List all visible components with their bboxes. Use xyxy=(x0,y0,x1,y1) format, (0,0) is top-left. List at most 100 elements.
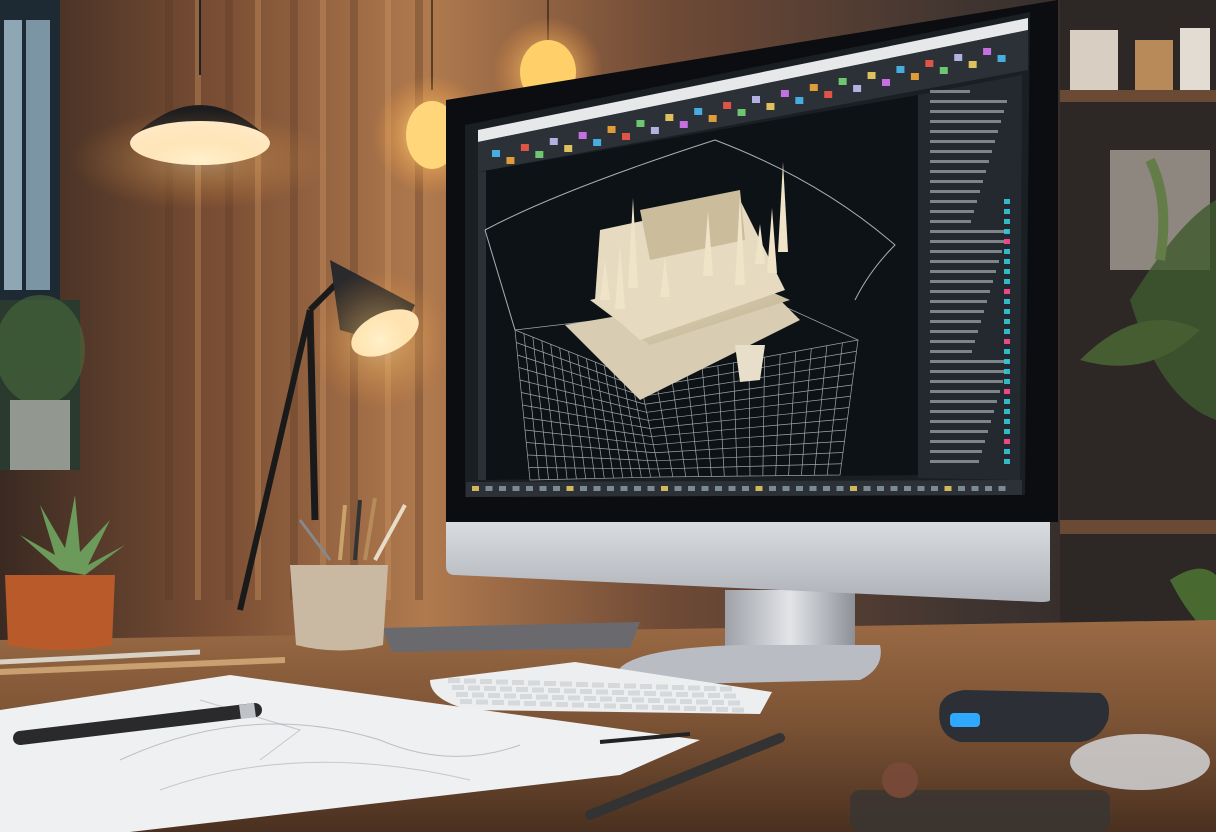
toolbar-tool-icon xyxy=(636,120,645,127)
keyboard-key xyxy=(728,700,740,706)
keyboard-key xyxy=(548,688,560,693)
keyboard-key xyxy=(528,680,540,686)
status-item xyxy=(742,486,749,491)
panel-row-line xyxy=(930,150,992,153)
keyboard-key xyxy=(712,700,724,705)
toolbar-tool-icon xyxy=(723,102,732,109)
panel-row-line xyxy=(930,220,971,223)
status-item xyxy=(850,486,857,491)
panel-row-swatch xyxy=(1004,349,1010,354)
toolbar-tool-icon xyxy=(593,139,602,146)
toolbar-tool-icon xyxy=(694,108,703,115)
status-item xyxy=(526,486,533,491)
toolbar-tool-icon xyxy=(622,133,630,140)
keyboard-key xyxy=(572,702,584,708)
panel-row-line xyxy=(930,210,974,213)
status-item xyxy=(809,486,817,491)
keyboard-key xyxy=(696,699,708,705)
keyboard-key xyxy=(452,685,464,690)
status-item xyxy=(998,486,1006,491)
status-item xyxy=(607,486,614,491)
panel-row-line xyxy=(930,360,1009,363)
panel-row-swatch xyxy=(1004,459,1010,464)
status-item xyxy=(823,486,830,491)
panel-row-swatch xyxy=(1004,269,1010,274)
panel-row-line xyxy=(930,270,996,273)
panel-row-swatch xyxy=(1004,359,1010,364)
status-item xyxy=(485,486,493,491)
toolbar-tool-icon xyxy=(737,109,746,116)
small-chair-model xyxy=(735,345,765,382)
keyboard-key xyxy=(568,695,580,701)
keyboard-key xyxy=(508,700,520,706)
toolbar-tool-icon xyxy=(795,97,804,104)
panel-row-swatch xyxy=(1004,259,1010,264)
panel-row-swatch xyxy=(1004,309,1010,314)
keyboard-key xyxy=(624,683,636,689)
left-tool-strip[interactable] xyxy=(478,171,486,480)
status-item xyxy=(836,486,844,491)
keyboard-key xyxy=(600,696,612,702)
panel-row-line xyxy=(930,130,998,133)
panel-row-line xyxy=(930,430,988,433)
keyboard-key xyxy=(556,702,568,707)
keyboard-key xyxy=(672,685,684,690)
status-item xyxy=(634,486,641,491)
toolbar-tool-icon xyxy=(925,60,934,67)
status-item xyxy=(647,486,655,491)
keyboard-key xyxy=(476,699,488,705)
keyboard-key xyxy=(680,699,692,704)
keyboard-key xyxy=(468,685,480,691)
panel-row-line xyxy=(930,300,987,303)
keyboard-key xyxy=(664,698,676,704)
status-item xyxy=(580,486,587,491)
toolbar-tool-icon xyxy=(954,54,963,61)
panel-row-swatch xyxy=(1004,429,1010,434)
keyboard-key xyxy=(720,686,732,692)
panel-row-line xyxy=(930,380,1003,383)
status-item xyxy=(701,486,709,491)
status-item xyxy=(931,486,938,491)
panel-row-line xyxy=(930,290,990,293)
panel-row-line xyxy=(930,180,983,183)
keyboard-key xyxy=(724,693,736,699)
toolbar-tool-icon xyxy=(607,126,616,133)
status-item xyxy=(674,486,682,491)
panel-row-swatch xyxy=(1004,399,1010,404)
keyboard-key xyxy=(484,686,496,691)
keyboard-key xyxy=(604,703,616,709)
keyboard-key xyxy=(488,693,500,698)
keyboard-key xyxy=(636,704,648,710)
toolbar-tool-icon xyxy=(824,91,833,98)
keyboard-key xyxy=(648,698,660,703)
status-item xyxy=(715,486,722,491)
panel-row-line xyxy=(930,350,972,353)
keyboard-key xyxy=(692,692,704,698)
status-item xyxy=(499,486,506,491)
keyboard-key xyxy=(668,705,680,711)
keyboard-key xyxy=(456,692,468,697)
toolbar-tool-icon xyxy=(939,67,948,74)
keyboard-key xyxy=(464,678,476,684)
keyboard-key xyxy=(644,691,656,696)
panel-row-line xyxy=(930,250,1002,253)
panel-row-swatch xyxy=(1004,339,1010,344)
toolbar-tool-icon xyxy=(492,150,500,157)
toolbar-tool-icon xyxy=(853,85,862,92)
status-item xyxy=(890,486,898,491)
keyboard-key xyxy=(460,699,472,704)
status-item xyxy=(782,486,790,491)
status-item xyxy=(796,486,803,491)
keyboard-key xyxy=(576,682,588,687)
toolbar-tool-icon xyxy=(997,55,1006,62)
panel-row-swatch xyxy=(1004,219,1010,224)
keyboard-key xyxy=(448,678,460,683)
panel-row-swatch xyxy=(1004,289,1010,294)
toolbar-tool-icon xyxy=(968,61,977,68)
keyboard-key xyxy=(660,691,672,697)
keyboard-key xyxy=(520,694,532,699)
toolbar-tool-icon xyxy=(549,138,558,145)
panel-row-line xyxy=(930,90,970,93)
panel-row-line xyxy=(930,110,1004,113)
panel-row-swatch xyxy=(1004,209,1010,214)
